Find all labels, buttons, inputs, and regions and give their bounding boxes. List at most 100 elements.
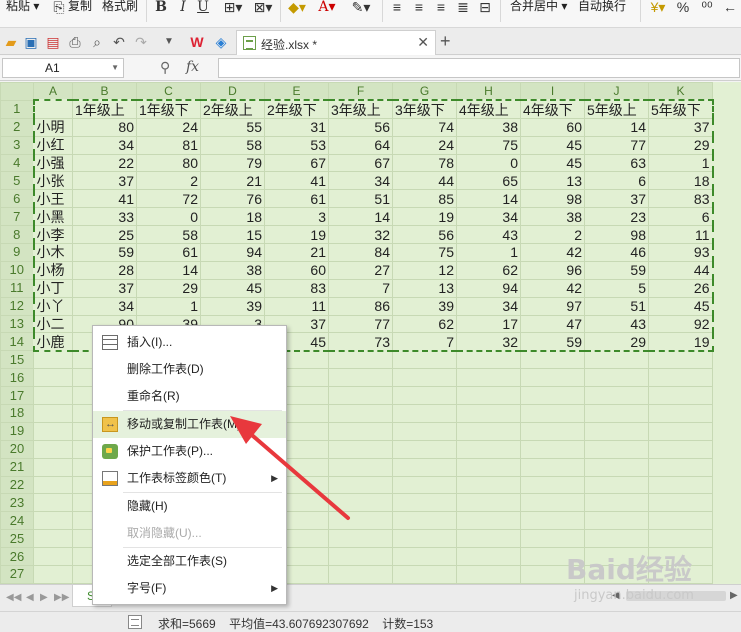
grid-cell[interactable]: 6: [584, 171, 649, 191]
grid-cell[interactable]: 51: [584, 296, 649, 316]
column-header-d[interactable]: D: [200, 82, 265, 101]
cloud-cube-icon[interactable]: ◈: [212, 33, 230, 51]
grid-cell[interactable]: [392, 511, 457, 531]
grid-cell[interactable]: [456, 493, 521, 513]
grid-cell[interactable]: [392, 529, 457, 549]
grid-cell[interactable]: 2: [136, 171, 201, 191]
grid-cell[interactable]: 81: [136, 135, 201, 155]
paste-button[interactable]: 粘贴 ▾: [6, 0, 39, 18]
grid-cell[interactable]: [584, 368, 649, 388]
grid-cell[interactable]: [456, 386, 521, 406]
grid-cell[interactable]: 29: [136, 278, 201, 298]
grid-cell[interactable]: 34: [72, 135, 137, 155]
grid-cell[interactable]: 2年级上: [200, 99, 265, 119]
eraser-icon[interactable]: ✎▾: [348, 0, 374, 16]
grid-cell[interactable]: 1: [648, 153, 714, 173]
grid-cell[interactable]: [584, 511, 649, 531]
grid-cell[interactable]: [328, 565, 393, 584]
grid-cell[interactable]: [33, 404, 73, 423]
grid-cell[interactable]: 92: [648, 314, 714, 334]
new-tab-icon[interactable]: +: [440, 31, 451, 52]
grid-cell[interactable]: [392, 368, 457, 388]
grid-cell[interactable]: [456, 475, 521, 495]
grid-cell[interactable]: 38: [200, 260, 265, 280]
grid-cell[interactable]: 75: [456, 135, 521, 155]
wps-logo-icon[interactable]: W: [188, 33, 206, 51]
grid-cell[interactable]: [456, 404, 521, 423]
column-header-j[interactable]: J: [584, 82, 649, 101]
row-header[interactable]: 12: [0, 296, 34, 316]
grid-cell[interactable]: [328, 475, 393, 495]
grid-cell[interactable]: [33, 511, 73, 531]
grid-cell[interactable]: [392, 547, 457, 567]
bold-button[interactable]: B: [154, 0, 168, 16]
grid-cell[interactable]: [328, 404, 393, 423]
grid-cell[interactable]: 83: [648, 189, 714, 209]
grid-cell[interactable]: 47: [520, 314, 585, 334]
grid-cell[interactable]: 27: [328, 260, 393, 280]
grid-cell[interactable]: [33, 439, 73, 459]
grid-cell[interactable]: 7: [392, 332, 457, 352]
grid-cell[interactable]: 31: [264, 117, 329, 137]
grid-cell[interactable]: 67: [328, 153, 393, 173]
grid-cell[interactable]: 0: [136, 207, 201, 227]
grid-cell[interactable]: 小强: [32, 153, 73, 173]
row-header[interactable]: 10: [0, 260, 34, 280]
grid-cell[interactable]: 64: [328, 135, 393, 155]
grid-cell[interactable]: [520, 493, 585, 513]
grid-cell[interactable]: 96: [520, 260, 585, 280]
grid-cell[interactable]: [584, 350, 649, 370]
grid-cell[interactable]: 25: [72, 225, 137, 245]
grid-cell[interactable]: 97: [520, 296, 585, 316]
grid-cell[interactable]: 37: [72, 171, 137, 191]
grid-cell[interactable]: 44: [648, 260, 714, 280]
grid-cell[interactable]: [648, 404, 713, 423]
menu-item-move-copy[interactable]: 移动或复制工作表(M)...: [93, 411, 286, 438]
grid-cell[interactable]: 38: [520, 207, 585, 227]
sheet-stats-icon[interactable]: [128, 615, 142, 629]
grid-cell[interactable]: 72: [136, 189, 201, 209]
row-header[interactable]: 5: [0, 171, 34, 191]
grid-cell[interactable]: 58: [136, 225, 201, 245]
grid-cell[interactable]: [456, 457, 521, 477]
grid-cell[interactable]: 73: [328, 332, 393, 352]
grid-cell[interactable]: 62: [456, 260, 521, 280]
column-header-i[interactable]: I: [520, 82, 585, 101]
grid-cell[interactable]: 1: [456, 243, 521, 262]
grid-cell[interactable]: 23: [584, 207, 649, 227]
row-header[interactable]: 19: [0, 421, 34, 441]
grid-cell[interactable]: [520, 511, 585, 531]
grid-cell[interactable]: [456, 511, 521, 531]
grid-cell[interactable]: [392, 457, 457, 477]
grid-cell[interactable]: 小明: [32, 117, 73, 137]
grid-cell[interactable]: 74: [392, 117, 457, 137]
grid-cell[interactable]: [392, 421, 457, 441]
grid-cell[interactable]: [392, 386, 457, 406]
row-header[interactable]: 18: [0, 404, 34, 423]
grid-cell[interactable]: 60: [264, 260, 329, 280]
grid-cell[interactable]: [328, 386, 393, 406]
grid-cell[interactable]: 2: [520, 225, 585, 245]
grid-cell[interactable]: 33: [72, 207, 137, 227]
grid-cell[interactable]: 24: [392, 135, 457, 155]
grid-cell[interactable]: 56: [392, 225, 457, 245]
grid-cell[interactable]: [648, 493, 713, 513]
grid-cell[interactable]: [520, 475, 585, 495]
grid-cell[interactable]: 14: [136, 260, 201, 280]
grid-cell[interactable]: [33, 565, 73, 584]
grid-cell[interactable]: 37: [648, 117, 714, 137]
justify-icon[interactable]: ≣: [456, 0, 470, 16]
grid-cell[interactable]: 83: [264, 278, 329, 298]
grid-cell[interactable]: 45: [648, 296, 714, 316]
grid-cell[interactable]: [392, 439, 457, 459]
grid-cell[interactable]: 59: [584, 260, 649, 280]
grid-cell[interactable]: [584, 529, 649, 549]
grid-cell[interactable]: 19: [264, 225, 329, 245]
grid-cell[interactable]: 3年级下: [392, 99, 457, 119]
grid-cell[interactable]: 86: [328, 296, 393, 316]
grid-cell[interactable]: 45: [520, 153, 585, 173]
grid-cell[interactable]: [648, 350, 713, 370]
scroll-right-icon[interactable]: ▶: [730, 590, 738, 601]
grid-cell[interactable]: 15: [200, 225, 265, 245]
grid-cell[interactable]: 43: [456, 225, 521, 245]
